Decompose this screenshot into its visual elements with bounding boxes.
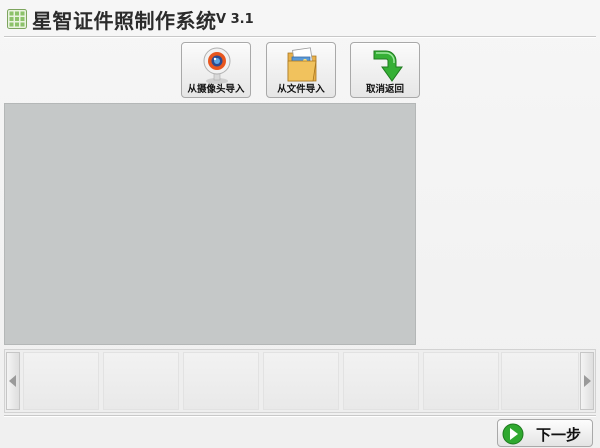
next-step-label: 下一步 — [536, 426, 582, 444]
triangle-left-icon — [9, 375, 16, 387]
cancel-return-label: 取消返回 — [365, 84, 404, 95]
thumbnail-slot[interactable] — [103, 352, 179, 410]
green-arrow-right-icon — [502, 423, 524, 445]
strip-scroll-right-button[interactable] — [580, 352, 594, 410]
photo-preview-area — [4, 103, 416, 345]
thumbnail-slot[interactable] — [423, 352, 499, 410]
import-from-camera-button[interactable]: 从摄像头导入 — [181, 42, 251, 98]
cancel-return-button[interactable]: 取消返回 — [350, 42, 420, 98]
thumbnail-slot[interactable] — [343, 352, 419, 410]
folder-image-icon — [287, 47, 317, 82]
thumbnail-slot[interactable] — [23, 352, 99, 410]
import-from-file-button[interactable]: 从文件导入 — [266, 42, 336, 98]
title-bar: 星智证件照制作系统 V 3.1 — [0, 0, 600, 36]
app-window: 星智证件照制作系统 V 3.1 从摄像头导入 从文件导入 取消返回 下一步 — [0, 0, 600, 448]
strip-scroll-left-button[interactable] — [6, 352, 20, 410]
next-step-button[interactable]: 下一步 — [497, 419, 593, 447]
green-arrow-return-icon — [373, 50, 403, 82]
thumbnail-strip — [4, 349, 596, 413]
triangle-right-icon — [584, 375, 591, 387]
thumbnail-slot[interactable] — [183, 352, 259, 410]
thumbnail-slot[interactable] — [501, 352, 579, 410]
webcam-icon — [203, 47, 231, 84]
title-divider — [4, 36, 596, 37]
import-from-camera-label: 从摄像头导入 — [187, 84, 245, 95]
app-title: 星智证件照制作系统 — [32, 9, 217, 33]
grid-logo-icon — [7, 9, 27, 29]
bottom-divider — [4, 415, 596, 416]
import-from-file-label: 从文件导入 — [277, 84, 325, 95]
app-version: V 3.1 — [216, 12, 254, 27]
thumbnail-slot[interactable] — [263, 352, 339, 410]
